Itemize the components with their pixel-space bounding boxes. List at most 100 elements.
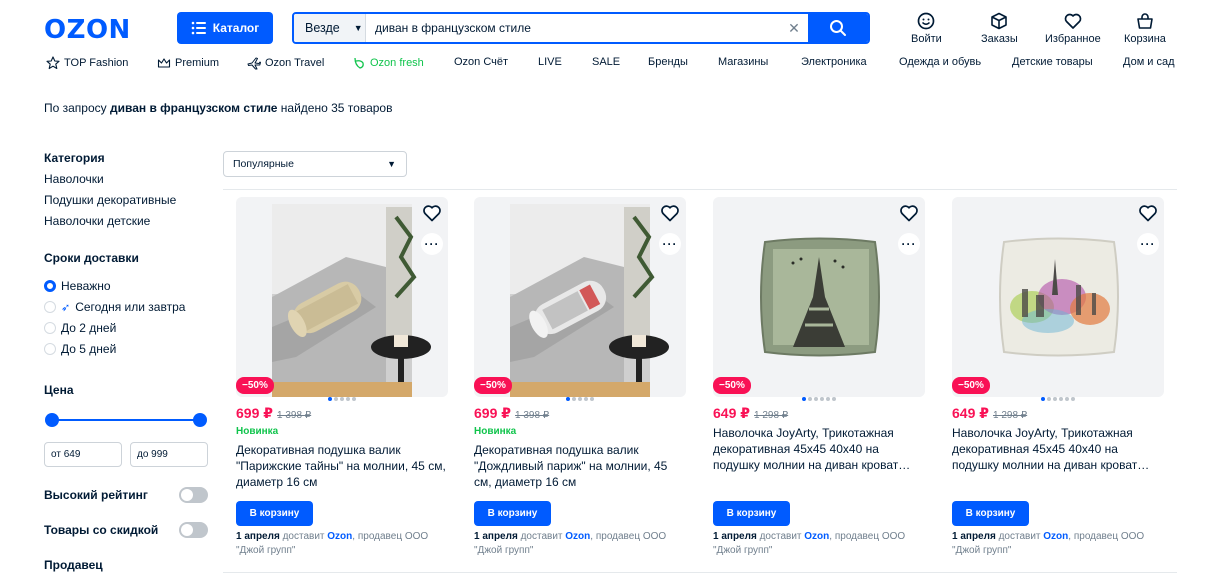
courier-link[interactable]: Ozon [1043,531,1068,542]
add-to-cart-button[interactable]: В корзину [474,501,551,526]
sort-select[interactable]: Популярные ▼ [223,151,407,177]
caret-down-icon: ▼ [353,23,363,33]
current-price: 699 ₽ [474,405,511,421]
cart-button[interactable]: Корзина [1124,12,1166,45]
search-icon [830,20,846,36]
product-card[interactable]: ··· −50% 649 ₽ 1 298 ₽ Наволочка JoyArty,… [713,197,925,572]
login-button[interactable]: Войти [911,12,942,45]
price-slider-min-handle[interactable] [45,413,59,427]
high-rating-filter[interactable]: Высокий рейтинг [44,487,208,503]
price-slider-track [51,419,201,421]
courier-link[interactable]: Ozon [565,531,590,542]
nav-ozon-account[interactable]: Ozon Счёт [454,56,508,68]
nav-ozon-travel[interactable]: Ozon Travel [247,56,324,70]
delivery-info: 1 апреля доставит Ozon, продавец ООО "Дж… [952,531,1145,556]
product-image[interactable]: ··· −50% [236,197,448,397]
nav-sale[interactable]: SALE [592,56,620,68]
favorites-button[interactable]: Избранное [1045,12,1101,45]
more-options-icon[interactable]: ··· [659,233,681,255]
current-price: 649 ₽ [952,405,989,421]
product-image[interactable]: ··· −50% [713,197,925,397]
favorite-heart-icon[interactable] [899,203,919,223]
nav-clothes[interactable]: Одежда и обувь [899,56,981,68]
more-options-icon[interactable]: ··· [421,233,443,255]
favorite-heart-icon[interactable] [422,203,442,223]
login-label: Войти [911,33,942,45]
favorite-heart-icon[interactable] [660,203,680,223]
delivery-option-5-days[interactable]: До 5 дней [44,342,116,356]
add-to-cart-button[interactable]: В корзину [952,501,1029,526]
orders-label: Заказы [981,33,1018,45]
delivery-option-today[interactable]: ➶ Сегодня или завтра [44,300,185,314]
add-to-cart-button[interactable]: В корзину [713,501,790,526]
delivery-option-2-days[interactable]: До 2 дней [44,321,116,335]
search-input[interactable] [366,14,780,42]
delivery-option-any[interactable]: Неважно [44,279,111,293]
nav-kids[interactable]: Детские товары [1012,56,1093,68]
radio-unchecked [44,322,56,334]
image-pager [713,397,925,403]
ozon-logo[interactable]: OZON [44,15,131,45]
catalog-label: Каталог [212,21,260,35]
search-scope-label: Везде [305,21,340,35]
delivery-info: 1 апреля доставит Ozon, продавец ООО "Дж… [713,531,906,556]
cart-icon [1137,13,1153,29]
nav-brands[interactable]: Бренды [648,56,688,68]
search-button[interactable] [808,14,868,42]
price-to-input[interactable]: до 999 [130,442,208,467]
nav-ozon-fresh[interactable]: Ozon fresh [352,56,424,70]
discount-badge: −50% [236,377,274,394]
product-title[interactable]: Декоративная подушка валик "Парижские та… [236,442,446,490]
courier-link[interactable]: Ozon [804,531,829,542]
nav-top-fashion[interactable]: TOP Fashion [46,56,128,70]
more-options-icon[interactable]: ··· [898,233,920,255]
orders-icon [991,12,1008,30]
caret-down-icon: ▼ [387,159,396,169]
price-slider-max-handle[interactable] [193,413,207,427]
product-card[interactable]: ··· −50% 699 ₽ 1 398 ₽ Новинка Декоративн… [474,197,686,572]
category-title: Категория [44,151,105,165]
clear-icon[interactable]: ✕ [780,14,808,42]
orders-button[interactable]: Заказы [981,12,1018,45]
divider [223,572,1177,573]
delivery-info: 1 апреля доставит Ozon, продавец ООО "Дж… [474,531,667,556]
nav-shops[interactable]: Магазины [718,56,768,68]
delivery-info: 1 апреля доставит Ozon, продавец ООО "Дж… [236,531,429,556]
courier-link[interactable]: Ozon [327,531,352,542]
product-title[interactable]: Наволочка JoyArty, Трикотажная декоратив… [952,425,1162,473]
discount-toggle[interactable] [179,522,208,538]
star-icon [46,56,60,70]
price-block: 649 ₽ 1 298 ₽ [952,405,1027,422]
more-options-icon[interactable]: ··· [1137,233,1159,255]
old-price: 1 298 ₽ [993,410,1028,421]
product-image[interactable]: ··· −50% [952,197,1164,397]
favorite-heart-icon[interactable] [1138,203,1158,223]
search-bar: Везде ▼ ✕ [292,12,870,44]
header: OZON Каталог Везде ▼ ✕ Войти Заказы Избр… [0,0,1215,54]
nav-electronics[interactable]: Электроника [801,56,867,68]
product-card[interactable]: ··· −50% 649 ₽ 1 298 ₽ Наволочка JoyArty,… [952,197,1164,572]
product-title[interactable]: Наволочка JoyArty, Трикотажная декоратив… [713,425,923,473]
nav-home[interactable]: Дом и сад [1123,56,1175,68]
old-price: 1 298 ₽ [754,410,789,421]
price-slider[interactable] [44,413,208,427]
price-block: 649 ₽ 1 298 ₽ [713,405,788,422]
price-from-input[interactable]: от 649 [44,442,122,467]
product-title[interactable]: Декоративная подушка валик "Дождливый па… [474,442,684,490]
nav-live[interactable]: LIVE [538,56,562,68]
category-item[interactable]: Наволочки [44,172,104,186]
radio-checked [44,280,56,292]
discount-filter[interactable]: Товары со скидкой [44,522,208,538]
add-to-cart-button[interactable]: В корзину [236,501,313,526]
high-rating-toggle[interactable] [179,487,208,503]
search-scope-select[interactable]: Везде ▼ [294,14,366,42]
nav-premium[interactable]: Premium [157,56,219,70]
delivery-title: Сроки доставки [44,251,139,265]
top-nav: TOP Fashion Premium Ozon Travel Ozon fre… [0,56,1215,72]
category-item[interactable]: Наволочки детские [44,214,150,228]
catalog-button[interactable]: Каталог [177,12,273,44]
favorites-label: Избранное [1045,33,1101,45]
product-card[interactable]: ··· −50% 699 ₽ 1 398 ₽ Новинка Декоративн… [236,197,448,572]
product-image[interactable]: ··· −50% [474,197,686,397]
category-item[interactable]: Подушки декоративные [44,193,176,207]
